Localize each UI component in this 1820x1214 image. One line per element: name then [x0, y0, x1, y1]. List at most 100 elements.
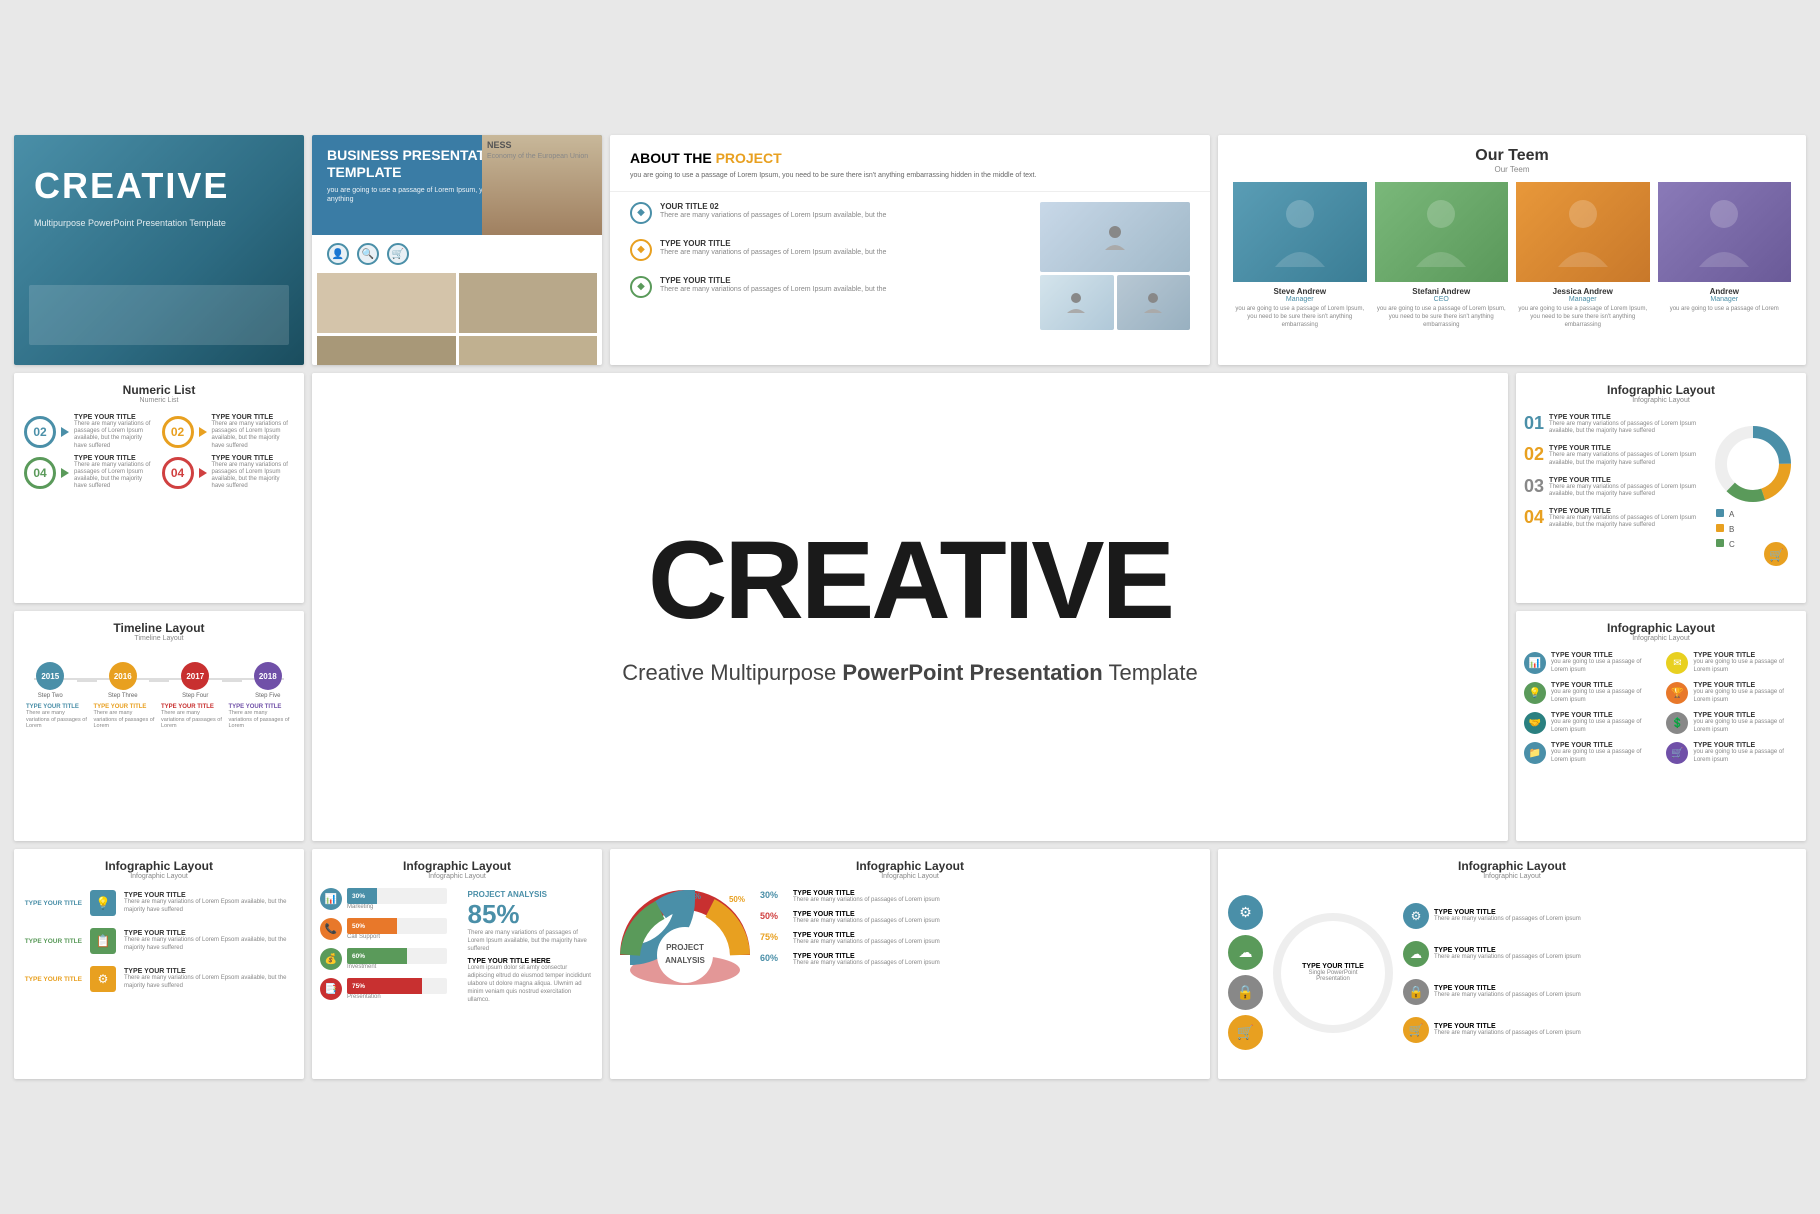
biz-icons: 👤 🔍 🛒	[312, 235, 602, 273]
inf4-bar-label-3: 60%	[352, 953, 365, 960]
inf2-text-2: TYPE YOUR TITLE you are going to use a p…	[1693, 652, 1798, 673]
inf3-item-title-1: TYPE YOUR TITLE	[124, 892, 296, 899]
inf6-item-icon-4: 🛒	[1403, 1017, 1429, 1043]
inf5-desc-3: There are many variations of passages of…	[793, 939, 940, 945]
inf4-bar-fill-4: 75%	[347, 978, 422, 994]
timeline-label-2: TYPE YOUR TITLE There are many variation…	[92, 704, 160, 730]
inf2-item-4: 🏆 TYPE YOUR TITLE you are going to use a…	[1666, 682, 1798, 704]
about-item-icon-3: ◆	[630, 276, 652, 298]
inf6-item-text-2: TYPE YOUR TITLE There are many variation…	[1434, 947, 1581, 960]
inf4-bar-icon-1: 📊	[320, 888, 342, 910]
inf5-text-4: TYPE YOUR TITLE There are many variation…	[793, 953, 940, 966]
numeric-text-2: TYPE YOUR TITLE There are many variation…	[212, 414, 295, 450]
timeline-circle-2: 2016	[109, 662, 137, 690]
biz-grid-item-1	[317, 273, 456, 333]
inf6-item-title-4: TYPE YOUR TITLE	[1434, 1023, 1581, 1030]
svg-text:C: C	[1729, 540, 1735, 549]
infographic1-item-4: 04 TYPE YOUR TITLE There are many variat…	[1524, 508, 1703, 529]
infographic1-item-title-4: TYPE YOUR TITLE	[1549, 508, 1703, 515]
numeric-item-3: 04 TYPE YOUR TITLE There are many variat…	[24, 455, 157, 491]
infographic1-donut: A B C 🛒	[1708, 414, 1798, 574]
inf2-icon-3: 💡	[1524, 682, 1546, 704]
infographic1-item-desc-2: There are many variations of passages of…	[1549, 452, 1703, 466]
inf3-icon-1: 💡	[90, 890, 116, 916]
inf5-text-2: TYPE YOUR TITLE There are many variation…	[793, 911, 940, 924]
infographic1-subtitle: Infographic Layout	[1526, 397, 1796, 404]
inf5-pct-4: 60%	[760, 953, 788, 963]
inf2-text-7: TYPE YOUR TITLE you are going to use a p…	[1551, 742, 1656, 763]
numeric-subtitle: Numeric List	[24, 397, 294, 404]
timeline-node-3: 2017 Step Four	[169, 662, 222, 699]
numeric-item-title-4: TYPE YOUR TITLE	[212, 455, 295, 462]
team-member-3: Jessica Andrew Manager you are going to …	[1516, 182, 1650, 329]
inf6-item-2: ☁ TYPE YOUR TITLE There are many variati…	[1403, 941, 1796, 967]
inf2-text-1: TYPE YOUR TITLE you are going to use a p…	[1551, 652, 1656, 673]
infographic4-type-title: TYPE YOUR TITLE HERE	[468, 958, 595, 965]
about-item-icon-2: ◆	[630, 239, 652, 261]
infographic5-chart: PROJECT ANALYSIS 85% 50%	[620, 890, 750, 1025]
numeric-grid: 02 TYPE YOUR TITLE There are many variat…	[14, 409, 304, 496]
infographic6-circles-left: ⚙ ☁ 🔒 🛒	[1228, 895, 1263, 1050]
inf3-item-title-2: TYPE YOUR TITLE	[124, 930, 296, 937]
inf3-text-3: TYPE YOUR TITLE There are many variation…	[124, 968, 296, 989]
inf2-icon-6: 💲	[1666, 712, 1688, 734]
infographic1-item-desc-3: There are many variations of passages of…	[1549, 484, 1703, 498]
inf3-text-2: TYPE YOUR TITLE There are many variation…	[124, 930, 296, 951]
inf3-item-1: TYPE YOUR TITLE 💡 TYPE YOUR TITLE There …	[22, 890, 296, 916]
inf5-desc-4: There are many variations of passages of…	[793, 960, 940, 966]
svg-text:B: B	[1729, 525, 1734, 534]
center-subtitle-normal: Creative Multipurpose	[622, 660, 842, 685]
about-img-1	[1040, 202, 1190, 272]
timeline-label-desc-2: There are many variations of passages of…	[94, 710, 158, 730]
team-member-name-2: Stefani Andrew	[1375, 287, 1509, 296]
numeric-item-title-1: TYPE YOUR TITLE	[74, 414, 157, 421]
center-title: CREATIVE	[648, 526, 1172, 636]
infographic4-subtitle: Infographic Layout	[322, 873, 592, 880]
inf2-title-6: TYPE YOUR TITLE	[1693, 712, 1798, 719]
inf2-desc-6: you are going to use a passage of Lorem …	[1693, 719, 1798, 733]
timeline-label-desc-1: There are many variations of passages of…	[26, 710, 90, 730]
team-member-name-3: Jessica Andrew	[1516, 287, 1650, 296]
numeric-circle-1: 02	[24, 416, 56, 448]
team-member-role-1: Manager	[1233, 296, 1367, 303]
biz-grid-item-3	[317, 336, 456, 365]
timeline-subtitle: Timeline Layout	[24, 635, 294, 642]
inf2-icon-7: 📁	[1524, 742, 1546, 764]
inf4-bar-icon-2: 📞	[320, 918, 342, 940]
svg-text:ANALYSIS: ANALYSIS	[665, 956, 705, 965]
timeline-header: Timeline Layout Timeline Layout	[14, 611, 304, 647]
cover-title: CREATIVE	[14, 135, 304, 212]
about-items: ◆ YOUR TITLE 02 There are many variation…	[630, 202, 1025, 330]
team-member-desc-2: you are going to use a passage of Lorem …	[1375, 306, 1509, 329]
inf5-pct-1: 30%	[760, 890, 788, 900]
inf5-legend-2: 50% TYPE YOUR TITLE There are many varia…	[760, 911, 1200, 924]
inf2-title-3: TYPE YOUR TITLE	[1551, 682, 1656, 689]
infographic1-body: 01 TYPE YOUR TITLE There are many variat…	[1516, 409, 1806, 579]
inf2-row-2: 💡 TYPE YOUR TITLE you are going to use a…	[1524, 682, 1798, 704]
pct-label-50: 50%	[729, 895, 745, 904]
infographic1-items: 01 TYPE YOUR TITLE There are many variat…	[1524, 414, 1703, 574]
inf4-bar-icon-4: 📑	[320, 978, 342, 1000]
inf2-icon-1: 📊	[1524, 652, 1546, 674]
inf4-bar-4: 📑 75% Presentation	[320, 978, 447, 1000]
inf2-row-4: 📁 TYPE YOUR TITLE you are going to use a…	[1524, 742, 1798, 764]
timeline-label-4: TYPE YOUR TITLE There are many variation…	[227, 704, 295, 730]
inf6-item-desc-3: There are many variations of passages of…	[1434, 992, 1581, 998]
slide-infographic-2: Infographic Layout Infographic Layout 📊 …	[1516, 611, 1806, 841]
infographic4-big-pct: 85%	[468, 899, 595, 930]
biz-icon-1: 👤	[327, 243, 349, 265]
timeline-circle-1: 2015	[36, 662, 64, 690]
slide-infographic-layout-1: Infographic Layout Infographic Layout 01…	[1516, 373, 1806, 603]
inf2-icon-5: 🤝	[1524, 712, 1546, 734]
inf6-circle-4: 🛒	[1228, 1015, 1263, 1050]
inf3-label-2: TYPE YOUR TITLE	[22, 938, 82, 945]
inf4-bar-name-1: Marketing	[347, 904, 447, 910]
infographic2-title: Infographic Layout	[1526, 621, 1796, 635]
infographic4-body: 📊 30% Marketing 📞	[312, 885, 602, 1011]
infographic3-subtitle: Infographic Layout	[24, 873, 294, 880]
inf4-bar-fill-3: 60%	[347, 948, 407, 964]
about-item-desc-3: There are many variations of passages of…	[660, 285, 886, 294]
inf5-title-2: TYPE YOUR TITLE	[793, 911, 940, 918]
infographic4-desc: There are many variations of passages of…	[468, 930, 595, 953]
infographic1-item-3: 03 TYPE YOUR TITLE There are many variat…	[1524, 477, 1703, 498]
